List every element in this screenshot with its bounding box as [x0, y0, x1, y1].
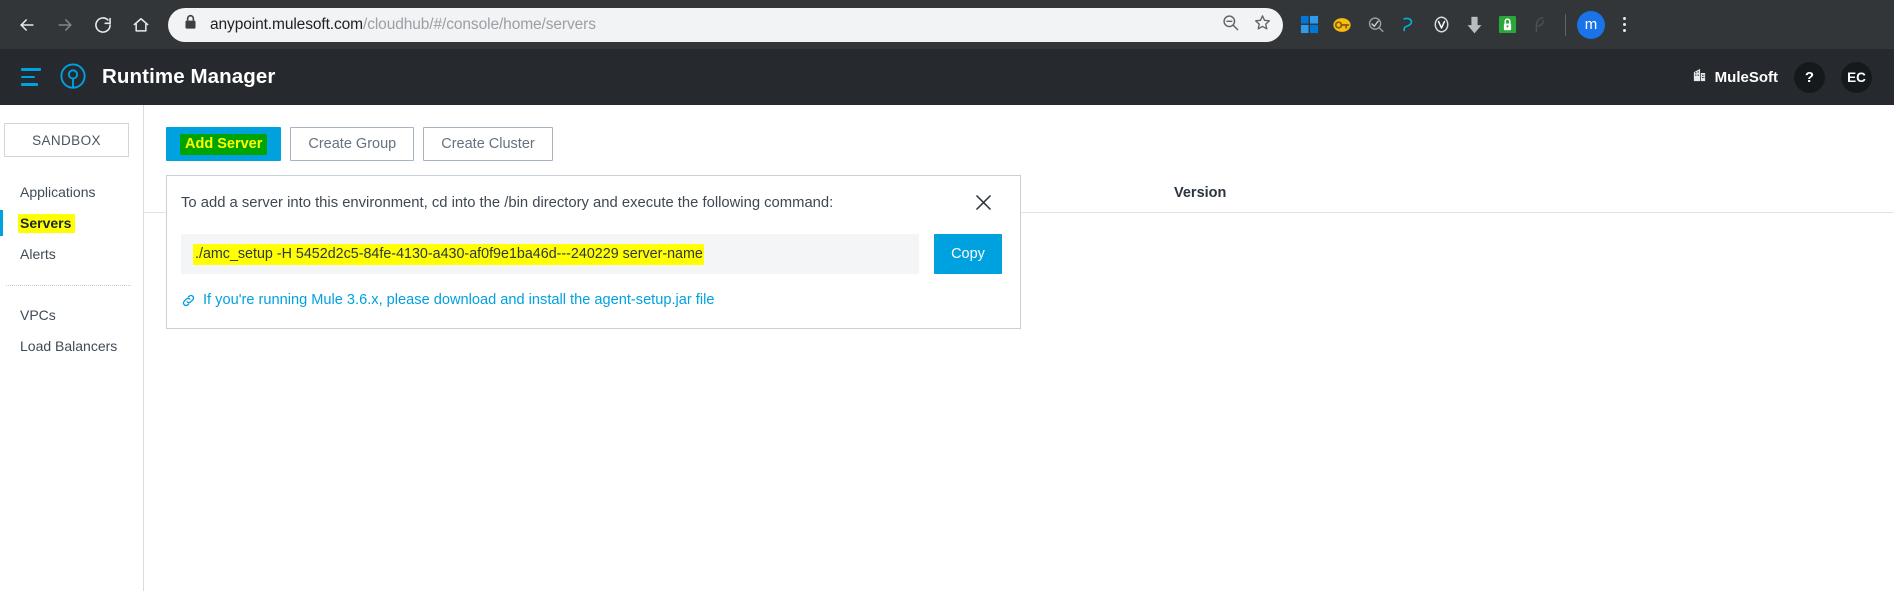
star-icon	[1253, 13, 1272, 37]
page-title: Runtime Manager	[102, 65, 276, 88]
sidebar-item-label: VPCs	[20, 307, 56, 323]
sidebar-item-label: Servers	[18, 213, 76, 233]
grammar-extension-icon[interactable]	[1394, 11, 1422, 39]
zoom-out-icon	[1221, 13, 1240, 37]
url-text: anypoint.mulesoft.com/cloudhub/#/console…	[210, 16, 1213, 34]
add-server-label: Add Server	[180, 133, 268, 155]
command-row: ./amc_setup -H 5452d2c5-84fe-4130-a430-a…	[181, 234, 1002, 274]
lock-icon	[184, 14, 197, 35]
extensions-bar	[1295, 11, 1554, 39]
three-dot-menu-icon[interactable]	[1611, 11, 1637, 39]
panel-header: To add a server into this environment, c…	[181, 192, 1002, 218]
hamburger-menu-icon[interactable]	[14, 60, 48, 94]
back-arrow-icon	[17, 15, 37, 35]
reload-icon	[93, 15, 113, 35]
user-avatar[interactable]: EC	[1841, 61, 1872, 93]
sidebar-item-servers[interactable]: Servers	[0, 208, 143, 238]
app-body: SANDBOX Applications Servers Alerts VPCs…	[0, 105, 1894, 591]
download-extension-icon[interactable]	[1460, 11, 1488, 39]
url-domain: anypoint.mulesoft.com	[210, 15, 363, 33]
link-text: If you're running Mule 3.6.x, please dow…	[203, 292, 715, 308]
create-cluster-button[interactable]: Create Cluster	[423, 127, 553, 161]
chrome-profile-avatar[interactable]: m	[1577, 10, 1605, 39]
chain-link-icon	[181, 293, 196, 308]
organization-name: MuleSoft	[1714, 68, 1778, 86]
organization-chip[interactable]: MuleSoft	[1692, 67, 1778, 87]
sidebar-item-vpcs[interactable]: VPCs	[0, 300, 143, 330]
command-text: ./amc_setup -H 5452d2c5-84fe-4130-a430-a…	[193, 243, 704, 265]
action-button-row: Add Server Create Group Create Cluster	[166, 127, 1894, 161]
sidebar: SANDBOX Applications Servers Alerts VPCs…	[0, 105, 144, 591]
windows-extension-icon[interactable]	[1295, 11, 1323, 39]
sidebar-item-load-balancers[interactable]: Load Balancers	[0, 331, 143, 361]
feather-extension-icon[interactable]	[1526, 11, 1554, 39]
forward-arrow-icon	[55, 15, 75, 35]
anypoint-logo-icon	[58, 62, 88, 92]
command-field[interactable]: ./amc_setup -H 5452d2c5-84fe-4130-a430-a…	[181, 234, 919, 274]
vimium-extension-icon[interactable]	[1427, 11, 1455, 39]
building-icon	[1692, 67, 1707, 87]
help-button[interactable]: ?	[1794, 61, 1825, 93]
dark-reader-extension-icon[interactable]	[1361, 11, 1389, 39]
sidebar-item-label: Alerts	[20, 246, 56, 262]
forward-button[interactable]	[48, 8, 82, 42]
add-server-button[interactable]: Add Server	[166, 127, 282, 161]
sidebar-item-label: Applications	[20, 184, 96, 200]
sidebar-item-label: Load Balancers	[20, 338, 118, 354]
home-button[interactable]	[124, 8, 158, 42]
close-icon	[973, 192, 994, 218]
create-group-button[interactable]: Create Group	[290, 127, 415, 161]
panel-instruction-text: To add a server into this environment, c…	[181, 195, 834, 211]
agent-setup-download-link[interactable]: If you're running Mule 3.6.x, please dow…	[181, 292, 1002, 308]
column-header-version: Version	[1174, 184, 1227, 201]
zoom-out-button[interactable]	[1215, 10, 1245, 40]
back-button[interactable]	[10, 8, 44, 42]
main-content: Add Server Create Group Create Cluster V…	[144, 105, 1894, 591]
reload-button[interactable]	[86, 8, 120, 42]
environment-selector[interactable]: SANDBOX	[4, 123, 129, 157]
green-lock-extension-icon[interactable]	[1493, 11, 1521, 39]
sidebar-item-applications[interactable]: Applications	[0, 177, 143, 207]
add-server-panel: To add a server into this environment, c…	[166, 175, 1021, 329]
home-icon	[131, 15, 151, 35]
toolbar-divider	[1565, 13, 1566, 36]
bookmark-button[interactable]	[1247, 10, 1277, 40]
header-actions: MuleSoft ? EC	[1692, 61, 1872, 93]
browser-toolbar: anypoint.mulesoft.com/cloudhub/#/console…	[0, 0, 1894, 49]
copy-button[interactable]: Copy	[934, 234, 1002, 274]
app-header: Runtime Manager MuleSoft ? EC	[0, 49, 1894, 105]
sidebar-item-alerts[interactable]: Alerts	[0, 239, 143, 269]
sidebar-divider	[6, 285, 131, 286]
url-path: /cloudhub/#/console/home/servers	[362, 15, 596, 33]
hamburger-lines	[21, 68, 41, 86]
close-panel-button[interactable]	[970, 192, 996, 218]
password-key-extension-icon[interactable]	[1328, 11, 1356, 39]
address-bar[interactable]: anypoint.mulesoft.com/cloudhub/#/console…	[168, 7, 1283, 42]
